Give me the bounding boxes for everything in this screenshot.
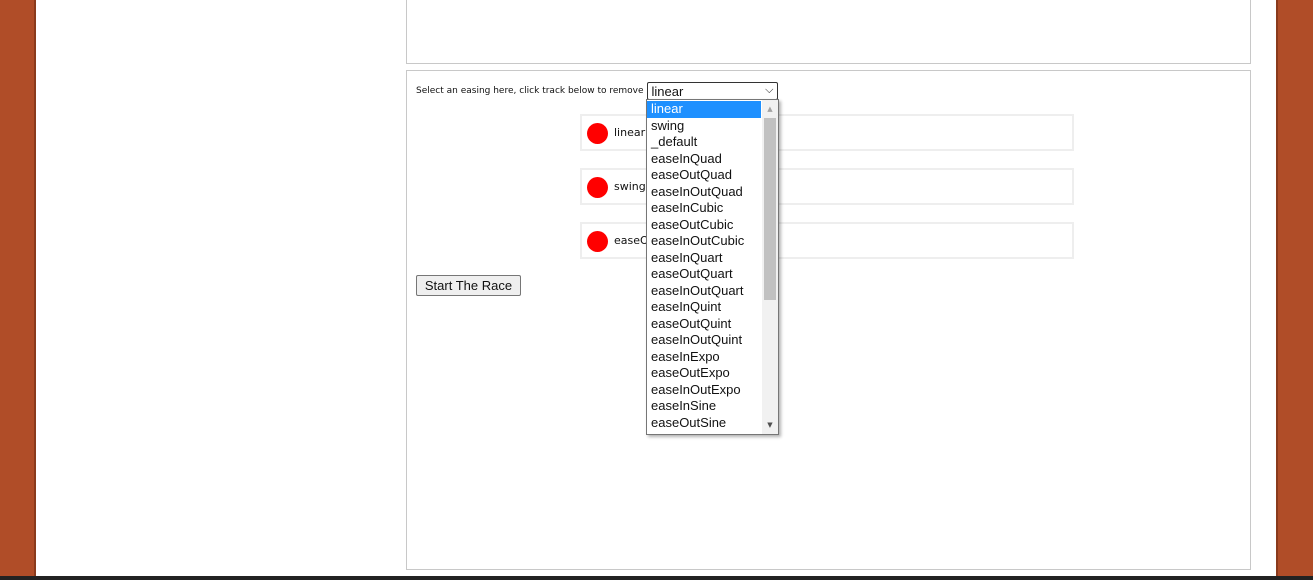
easing-option[interactable]: easeInQuint bbox=[647, 299, 761, 316]
easing-select[interactable]: linear ⌵ bbox=[646, 82, 778, 100]
easing-option[interactable]: easeInQuart bbox=[647, 250, 761, 267]
easing-option[interactable]: easeOutQuad bbox=[647, 167, 761, 184]
easing-option[interactable]: easeOutQuint bbox=[647, 316, 761, 333]
easing-option[interactable]: easeInOutCubic bbox=[647, 233, 761, 250]
easing-option[interactable]: easeOutSine bbox=[647, 415, 761, 432]
race-ball bbox=[587, 231, 608, 252]
dropdown-scrollbar[interactable]: ▲ ▼ bbox=[762, 100, 778, 434]
start-race-button[interactable]: Start The Race bbox=[416, 275, 521, 296]
easing-option[interactable]: easeInOutQuart bbox=[647, 283, 761, 300]
race-ball bbox=[587, 177, 608, 198]
easing-option[interactable]: easeInSine bbox=[647, 398, 761, 415]
easing-option[interactable]: swing bbox=[647, 118, 761, 135]
easing-option[interactable]: easeOutExpo bbox=[647, 365, 761, 382]
easing-select-value: linear bbox=[651, 83, 684, 99]
scroll-up-icon[interactable]: ▲ bbox=[762, 102, 778, 116]
scrollbar-thumb[interactable] bbox=[764, 118, 776, 300]
race-ball bbox=[587, 123, 608, 144]
bottom-border bbox=[0, 576, 1313, 580]
track-label: swing bbox=[614, 180, 646, 193]
easing-option[interactable]: easeInExpo bbox=[647, 349, 761, 366]
race-panel: Select an easing here, click track below… bbox=[406, 70, 1251, 570]
easing-option[interactable]: easeInOutExpo bbox=[647, 382, 761, 399]
easing-select-row: Select an easing here, click track below… bbox=[416, 81, 778, 101]
track-label: easeO bbox=[614, 234, 649, 247]
easing-option[interactable]: easeInCubic bbox=[647, 200, 761, 217]
easing-option[interactable]: easeInOutQuint bbox=[647, 332, 761, 349]
track-label: linear bbox=[614, 126, 646, 139]
easing-options: linear swing _default easeInQuad easeOutQuad… bbox=[647, 101, 761, 431]
scroll-down-icon[interactable]: ▼ bbox=[762, 418, 778, 432]
top-panel bbox=[406, 0, 1251, 64]
easing-option[interactable]: easeOutQuart bbox=[647, 266, 761, 283]
left-frame bbox=[0, 0, 36, 580]
right-frame bbox=[1276, 0, 1313, 580]
easing-select-label: Select an easing here, click track below… bbox=[416, 86, 644, 96]
easing-option[interactable]: linear bbox=[647, 101, 761, 118]
easing-dropdown-list[interactable]: linear swing _default easeInQuad easeOutQuad… bbox=[646, 99, 779, 435]
easing-option[interactable]: _default bbox=[647, 134, 761, 151]
easing-option[interactable]: easeInQuad bbox=[647, 151, 761, 168]
chevron-down-icon: ⌵ bbox=[765, 84, 774, 96]
easing-option[interactable]: easeOutCubic bbox=[647, 217, 761, 234]
easing-option[interactable]: easeInOutQuad bbox=[647, 184, 761, 201]
